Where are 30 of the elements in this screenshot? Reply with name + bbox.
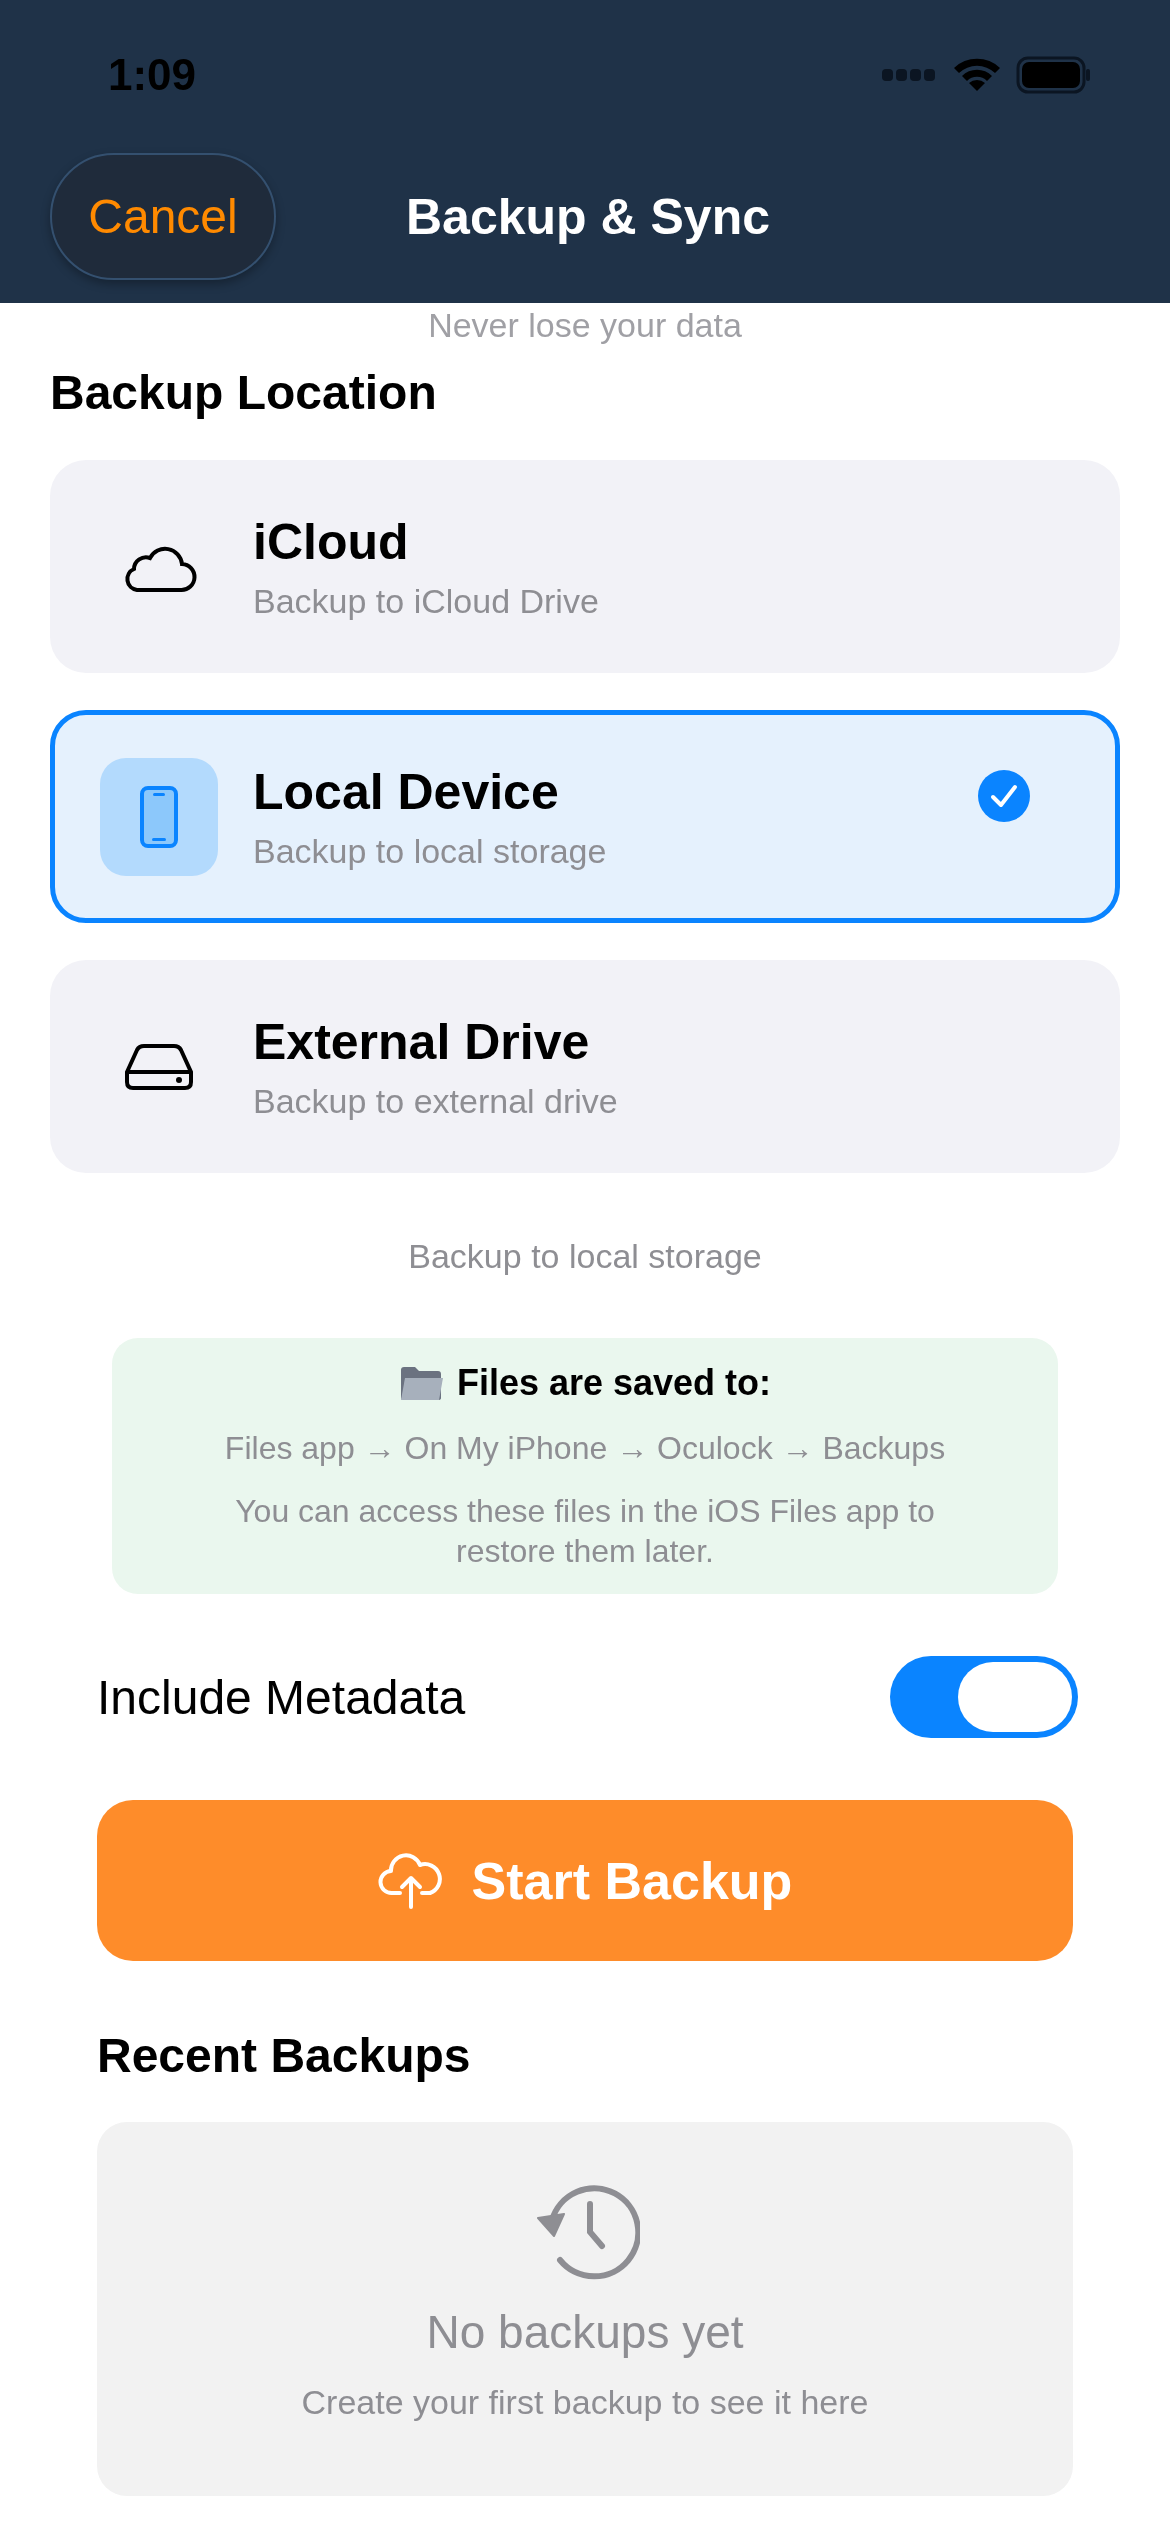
section-heading: Backup Location bbox=[50, 365, 437, 421]
option-title: iCloud bbox=[253, 512, 409, 572]
section-heading: Recent Backups bbox=[97, 2028, 471, 2084]
status-time: 1:09 bbox=[108, 50, 197, 100]
option-description: Backup to local storage bbox=[253, 830, 607, 872]
option-title: External Drive bbox=[253, 1012, 590, 1072]
phone-icon bbox=[139, 784, 179, 849]
option-description: Backup to iCloud Drive bbox=[253, 580, 599, 622]
wifi-icon bbox=[952, 57, 1002, 93]
folder-path: Files app → On My iPhone → Oculock → Backups bbox=[224, 1429, 946, 1468]
drive-icon bbox=[123, 1041, 195, 1092]
location-option[interactable]: External Drive Backup to external drive bbox=[50, 960, 1120, 1173]
info-note: You can access these files in the iOS Files app to restore them later. bbox=[234, 1492, 936, 1571]
folder-icon bbox=[398, 1364, 443, 1402]
empty-title: No backups yet bbox=[426, 2305, 744, 2360]
location-option[interactable]: Local Device Backup to local storage bbox=[50, 710, 1120, 923]
signal-icon bbox=[882, 68, 938, 82]
info-title: Files are saved to: bbox=[456, 1362, 772, 1404]
location-option[interactable]: iCloud Backup to iCloud Drive bbox=[50, 460, 1120, 673]
checkmark-icon bbox=[978, 770, 1030, 822]
empty-description: Create your first backup to see it here bbox=[301, 2382, 869, 2422]
cloud-upload-icon bbox=[377, 1852, 444, 1909]
selected-description: Backup to local storage bbox=[408, 1236, 762, 1276]
option-title: Local Device bbox=[253, 762, 559, 822]
subtitle: Never lose your data bbox=[428, 305, 742, 345]
battery-icon bbox=[1016, 56, 1092, 94]
option-description: Backup to external drive bbox=[253, 1080, 618, 1122]
toggle-label: Include Metadata bbox=[97, 1669, 466, 1725]
cancel-button[interactable]: Cancel bbox=[50, 153, 276, 280]
screen-title: Backup & Sync bbox=[406, 187, 770, 246]
